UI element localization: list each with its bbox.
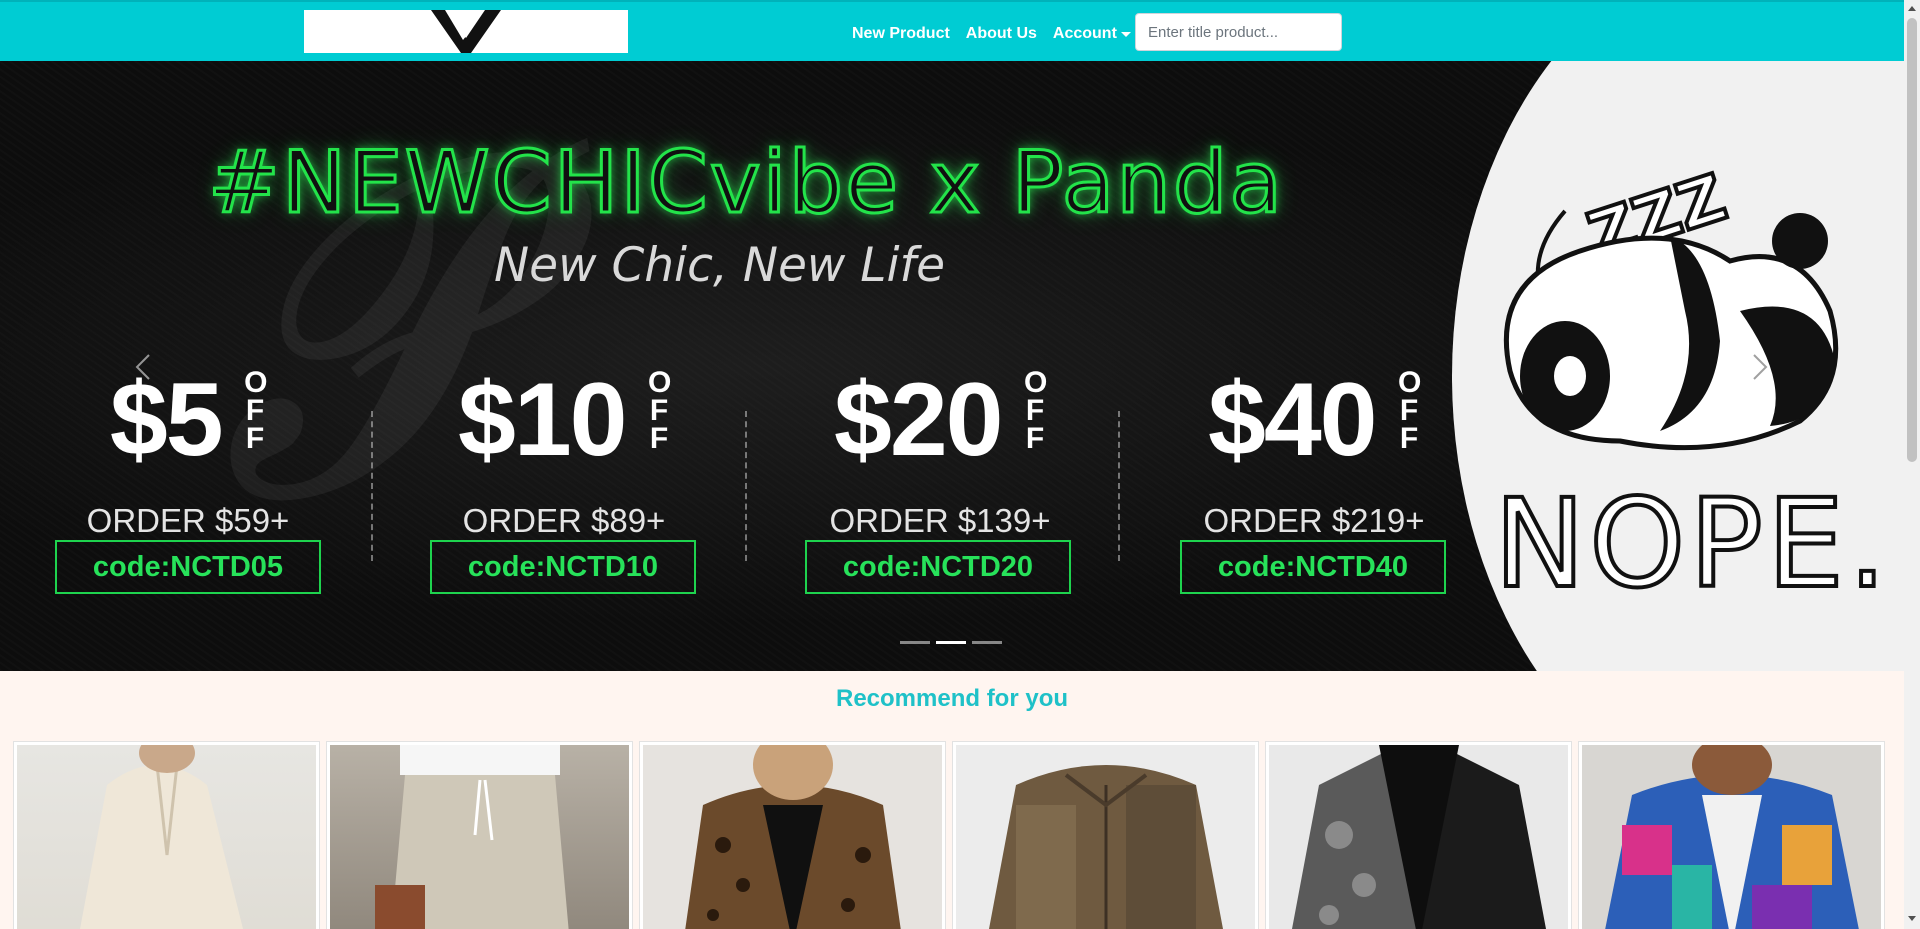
deal-block: $40 OFF ORDER $219+ — [1164, 361, 1464, 540]
dashed-divider — [745, 411, 747, 561]
deal-off-label: OFF — [1397, 366, 1422, 455]
coupon-code[interactable]: code:NCTD10 — [430, 540, 696, 594]
account-label: Account — [1052, 25, 1117, 42]
v-logo-icon — [431, 10, 501, 53]
deal-amount: $40 — [1208, 362, 1378, 478]
product-image-linen-drawstring-pants — [330, 745, 629, 929]
deal-order-threshold: ORDER $219+ — [1203, 502, 1425, 539]
product-card[interactable] — [1578, 741, 1885, 929]
site-logo[interactable] — [304, 10, 628, 53]
coupon-code[interactable]: code:NCTD05 — [55, 540, 321, 594]
carousel-indicators — [900, 641, 1002, 644]
scroll-down-arrow-icon[interactable] — [1908, 916, 1916, 921]
top-navbar: New Product About Us Account — [0, 0, 1904, 61]
carousel-indicator[interactable] — [900, 641, 930, 644]
deal-block: $5 OFF ORDER $59+ — [38, 361, 338, 540]
carousel-prev-button[interactable] — [123, 347, 163, 387]
deal-order-threshold: ORDER $59+ — [86, 502, 290, 539]
deal-order-threshold: ORDER $89+ — [462, 502, 666, 539]
deal-order-threshold: ORDER $139+ — [829, 502, 1051, 539]
deal-off-label: OFF — [1023, 366, 1048, 455]
banner-headline: #NEWCHICvibe x Panda — [206, 132, 1285, 235]
recommend-title: Recommend for you — [835, 685, 1069, 712]
coupon-code[interactable]: code:NCTD40 — [1180, 540, 1446, 594]
deal-block: $10 OFF ORDER $89+ — [414, 361, 714, 540]
chevron-right-icon — [1753, 354, 1768, 380]
nav-new-product-link[interactable]: New Product — [852, 22, 950, 46]
product-image-leopard-print-blazer — [643, 745, 942, 929]
nope-text: NOPE. — [1492, 471, 1891, 617]
coupon-code[interactable]: code:NCTD20 — [805, 540, 1071, 594]
deal-off-label: OFF — [647, 366, 672, 455]
carousel-indicator-active[interactable] — [936, 641, 966, 644]
product-card[interactable] — [13, 741, 320, 929]
product-grid — [13, 741, 1885, 929]
product-image-colorful-patchwork-jacket — [1582, 745, 1881, 929]
dashed-divider — [371, 411, 373, 561]
sleeping-panda-icon: ZZZ — [1503, 159, 1839, 451]
product-image-brown-plaid-shirt — [956, 745, 1255, 929]
deal-amount: $10 — [458, 362, 628, 478]
product-card[interactable] — [326, 741, 633, 929]
nav-links: New Product About Us Account — [852, 22, 1131, 46]
recommend-section: Recommend for you — [0, 671, 1904, 929]
carousel-indicator[interactable] — [972, 641, 1002, 644]
nav-about-us-link[interactable]: About Us — [966, 22, 1037, 46]
product-image-black-paisley-kimono — [1269, 745, 1568, 929]
nav-account-dropdown[interactable]: Account — [1053, 22, 1131, 46]
deal-amount: $20 — [834, 362, 1004, 478]
product-card[interactable] — [639, 741, 946, 929]
product-card[interactable] — [952, 741, 1259, 929]
carousel-next-button[interactable] — [1740, 347, 1780, 387]
scrollbar-thumb[interactable] — [1907, 18, 1917, 462]
chevron-left-icon — [135, 354, 150, 380]
scroll-up-arrow-icon[interactable] — [1908, 6, 1916, 11]
promo-carousel: 𝓟 #NEWCHICvibe x Panda New Chic, New Lif… — [0, 61, 1904, 671]
banner-subline: New Chic, New Life — [494, 238, 945, 293]
product-image-cream-shirt-dress — [17, 745, 316, 929]
product-card[interactable] — [1265, 741, 1572, 929]
caret-down-icon — [1120, 31, 1131, 37]
product-search-input[interactable] — [1135, 13, 1342, 51]
deal-off-label: OFF — [244, 366, 268, 455]
dashed-divider — [1118, 411, 1120, 561]
deal-block: $20 OFF ORDER $139+ — [790, 361, 1090, 540]
